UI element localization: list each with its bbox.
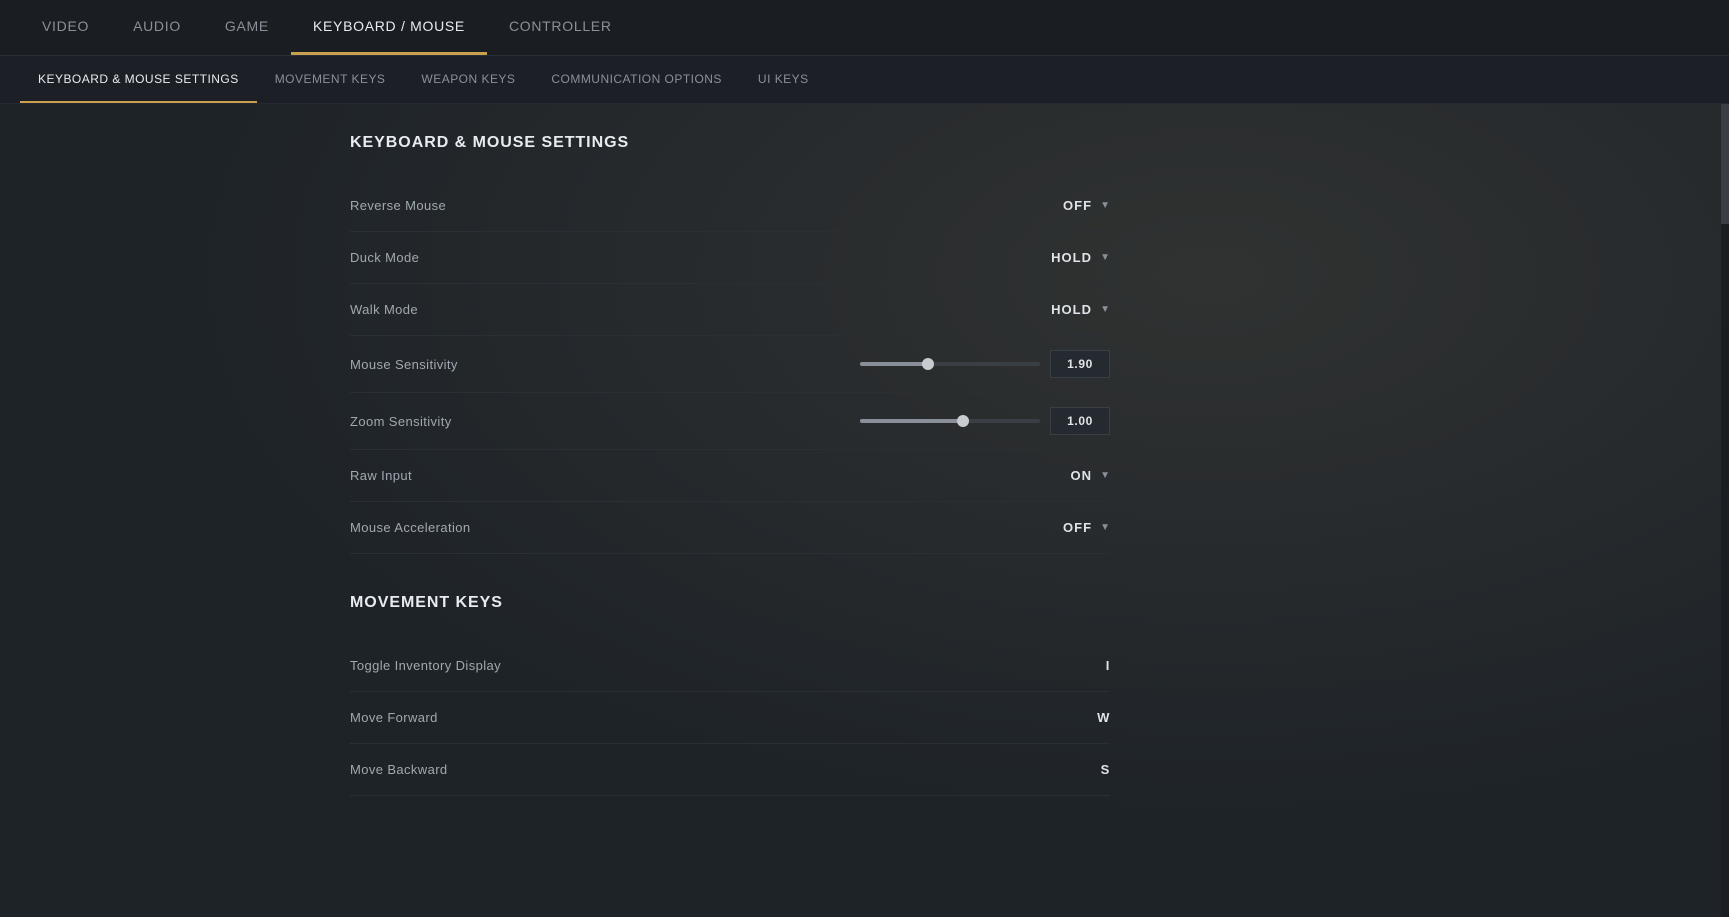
movement-keys-group: Movement Keys Toggle Inventory Display I… xyxy=(350,594,1110,796)
raw-input-row: Raw Input ON ▼ xyxy=(350,450,1110,502)
keyboard-mouse-settings-header: Keyboard & Mouse Settings xyxy=(350,134,1110,160)
move-backward-row: Move Backward S xyxy=(350,744,1110,796)
move-forward-row: Move Forward W xyxy=(350,692,1110,744)
content-panel: Keyboard & Mouse Settings Reverse Mouse … xyxy=(350,134,1110,796)
mouse-sensitivity-row: Mouse Sensitivity xyxy=(350,336,1110,393)
toggle-inventory-label: Toggle Inventory Display xyxy=(350,658,501,673)
scrollbar-track[interactable] xyxy=(1721,104,1729,917)
move-forward-label: Move Forward xyxy=(350,710,438,725)
keyboard-mouse-settings-group: Keyboard & Mouse Settings Reverse Mouse … xyxy=(350,134,1110,554)
move-backward-control[interactable]: S xyxy=(1080,762,1110,777)
reverse-mouse-dropdown[interactable]: OFF ▼ xyxy=(1063,198,1110,213)
move-forward-control[interactable]: W xyxy=(1080,710,1110,725)
subnav-ui-keys[interactable]: UI Keys xyxy=(740,56,827,103)
raw-input-label: Raw Input xyxy=(350,468,412,483)
walk-mode-value: HOLD xyxy=(1051,302,1092,317)
scrollbar-thumb[interactable] xyxy=(1721,104,1729,224)
main-content: Keyboard & Mouse Settings Reverse Mouse … xyxy=(0,104,1729,917)
subnav-communication-options[interactable]: Communication Options xyxy=(533,56,740,103)
top-navigation: Video Audio Game Keyboard / Mouse Contro… xyxy=(0,0,1729,56)
reverse-mouse-label: Reverse Mouse xyxy=(350,198,446,213)
movement-keys-header: Movement Keys xyxy=(350,594,1110,620)
mouse-acceleration-row: Mouse Acceleration OFF ▼ xyxy=(350,502,1110,554)
zoom-sensitivity-slider-thumb[interactable] xyxy=(957,415,969,427)
zoom-sensitivity-input[interactable] xyxy=(1050,407,1110,435)
mouse-sensitivity-control xyxy=(860,350,1110,378)
walk-mode-label: Walk Mode xyxy=(350,302,418,317)
mouse-sensitivity-slider-track[interactable] xyxy=(860,362,1040,366)
mouse-acceleration-value: OFF xyxy=(1063,520,1092,535)
duck-mode-row: Duck Mode HOLD ▼ xyxy=(350,232,1110,284)
reverse-mouse-chevron-icon: ▼ xyxy=(1100,200,1110,211)
tab-keyboard-mouse[interactable]: Keyboard / Mouse xyxy=(291,0,487,55)
tab-audio[interactable]: Audio xyxy=(111,0,203,55)
tab-controller[interactable]: Controller xyxy=(487,0,634,55)
subnav-movement-keys[interactable]: Movement Keys xyxy=(257,56,404,103)
zoom-sensitivity-control xyxy=(860,407,1110,435)
mouse-sensitivity-input[interactable] xyxy=(1050,350,1110,378)
raw-input-value: ON xyxy=(1071,468,1093,483)
zoom-sensitivity-slider-fill xyxy=(860,419,963,423)
raw-input-dropdown[interactable]: ON ▼ xyxy=(1071,468,1111,483)
duck-mode-dropdown[interactable]: HOLD ▼ xyxy=(1051,250,1110,265)
move-backward-key-value: S xyxy=(1080,762,1110,777)
reverse-mouse-row: Reverse Mouse OFF ▼ xyxy=(350,180,1110,232)
duck-mode-label: Duck Mode xyxy=(350,250,419,265)
duck-mode-chevron-icon: ▼ xyxy=(1100,252,1110,263)
mouse-sensitivity-slider-fill xyxy=(860,362,928,366)
duck-mode-value: HOLD xyxy=(1051,250,1092,265)
move-backward-label: Move Backward xyxy=(350,762,448,777)
subnav-keyboard-mouse-settings[interactable]: Keyboard & Mouse Settings xyxy=(20,56,257,103)
sub-navigation: Keyboard & Mouse Settings Movement Keys … xyxy=(0,56,1729,104)
zoom-sensitivity-label: Zoom Sensitivity xyxy=(350,414,452,429)
mouse-acceleration-label: Mouse Acceleration xyxy=(350,520,470,535)
walk-mode-row: Walk Mode HOLD ▼ xyxy=(350,284,1110,336)
raw-input-chevron-icon: ▼ xyxy=(1100,470,1110,481)
move-forward-key-value: W xyxy=(1080,710,1110,725)
zoom-sensitivity-row: Zoom Sensitivity xyxy=(350,393,1110,450)
mouse-sensitivity-label: Mouse Sensitivity xyxy=(350,357,458,372)
tab-game[interactable]: Game xyxy=(203,0,291,55)
tab-video[interactable]: Video xyxy=(20,0,111,55)
toggle-inventory-control[interactable]: I xyxy=(1080,658,1110,673)
walk-mode-chevron-icon: ▼ xyxy=(1100,304,1110,315)
toggle-inventory-key-value: I xyxy=(1080,658,1110,673)
mouse-acceleration-chevron-icon: ▼ xyxy=(1100,522,1110,533)
mouse-acceleration-dropdown[interactable]: OFF ▼ xyxy=(1063,520,1110,535)
zoom-sensitivity-slider-track[interactable] xyxy=(860,419,1040,423)
subnav-weapon-keys[interactable]: Weapon Keys xyxy=(403,56,533,103)
mouse-sensitivity-slider-thumb[interactable] xyxy=(922,358,934,370)
walk-mode-dropdown[interactable]: HOLD ▼ xyxy=(1051,302,1110,317)
reverse-mouse-value: OFF xyxy=(1063,198,1092,213)
toggle-inventory-row: Toggle Inventory Display I xyxy=(350,640,1110,692)
